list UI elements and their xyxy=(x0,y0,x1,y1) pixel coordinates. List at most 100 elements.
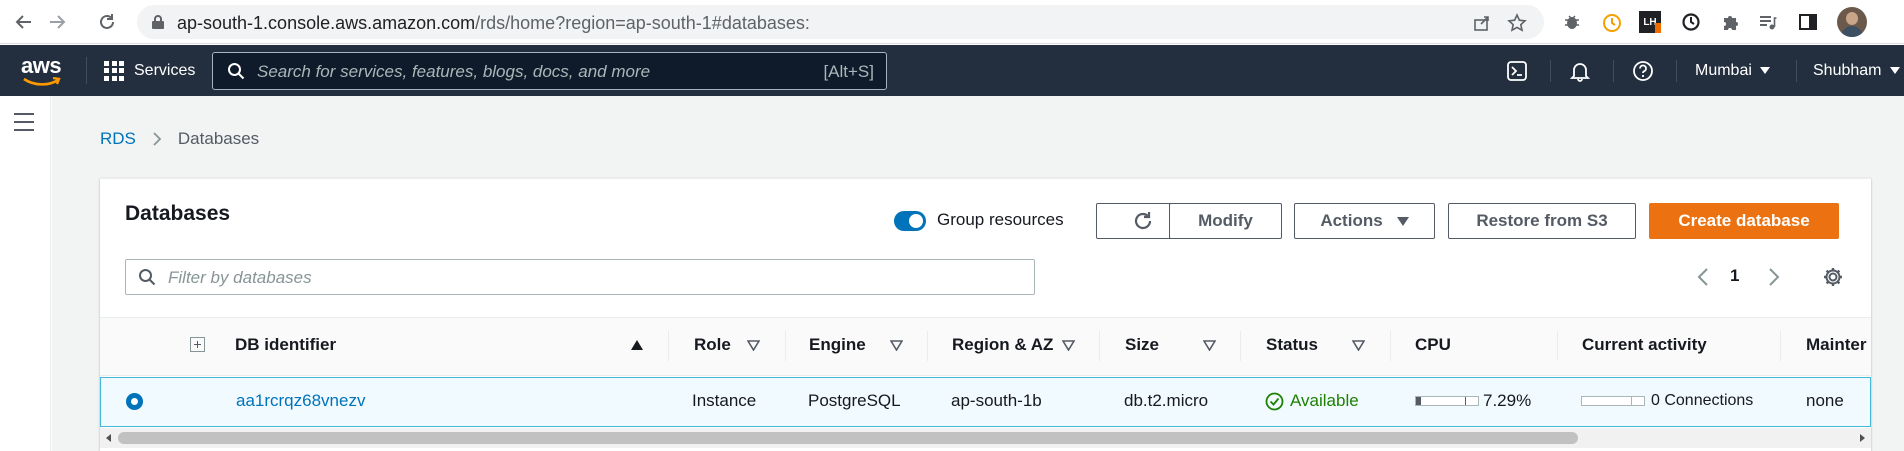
sort-icon[interactable] xyxy=(1352,340,1365,351)
hamburger-menu-icon[interactable] xyxy=(14,113,34,137)
caret-down-icon xyxy=(1396,216,1409,226)
sort-ascending-icon[interactable] xyxy=(631,340,643,350)
check-circle-icon xyxy=(1265,392,1284,410)
column-divider xyxy=(1240,331,1241,361)
column-header-maintenance[interactable]: Mainter xyxy=(1806,335,1866,355)
bookmark-star-icon[interactable] xyxy=(1507,13,1527,33)
account-menu[interactable]: Shubham xyxy=(1813,45,1900,96)
panel-title: Databases xyxy=(125,202,231,225)
column-header-engine[interactable]: Engine xyxy=(809,335,866,355)
sort-icon[interactable] xyxy=(747,340,760,351)
cpu-usage-fill xyxy=(1416,397,1421,405)
cpu-usage-bar xyxy=(1415,396,1479,406)
current-page-number[interactable]: 1 xyxy=(1730,266,1739,286)
role-cell: Instance xyxy=(692,391,757,410)
cloudshell-icon[interactable] xyxy=(1504,58,1530,84)
reload-icon[interactable] xyxy=(95,10,119,34)
next-page-icon[interactable] xyxy=(1764,265,1784,289)
modify-button[interactable]: Modify xyxy=(1169,203,1282,239)
header-divider xyxy=(1550,60,1551,82)
puzzle-extensions-icon[interactable] xyxy=(1718,10,1742,34)
size-cell: db.t2.micro xyxy=(1124,391,1209,410)
region-selector[interactable]: Mumbai xyxy=(1695,45,1770,96)
activity-bar xyxy=(1581,396,1645,406)
column-header-db-identifier[interactable]: DB identifier xyxy=(235,335,336,355)
column-header-size[interactable]: Size xyxy=(1125,335,1159,355)
column-header-cpu[interactable]: CPU xyxy=(1415,335,1451,355)
services-menu[interactable]: Services xyxy=(104,45,195,96)
region-cell: ap-south-1b xyxy=(951,391,1042,410)
scroll-left-icon[interactable] xyxy=(106,434,111,442)
status-label: Available xyxy=(1290,391,1359,410)
column-header-region-az[interactable]: Region & AZ xyxy=(952,335,1053,355)
maintenance-cell: none xyxy=(1806,391,1844,410)
db-identifier-link[interactable]: aa1rcrqz68vnezv xyxy=(236,391,365,411)
scrollbar-thumb[interactable] xyxy=(118,432,1578,444)
console-search-input[interactable]: Search for services, features, blogs, do… xyxy=(212,52,887,90)
activity-threshold-marker xyxy=(1631,397,1632,405)
actions-dropdown-button[interactable]: Actions xyxy=(1294,203,1435,239)
aws-smile-icon xyxy=(23,77,61,86)
sort-icon[interactable] xyxy=(1203,340,1216,351)
restore-from-s3-button[interactable]: Restore from S3 xyxy=(1448,203,1636,239)
column-divider xyxy=(1099,331,1100,361)
search-icon xyxy=(227,62,245,85)
sort-icon[interactable] xyxy=(1062,340,1075,351)
timer-extension-icon[interactable] xyxy=(1600,10,1624,34)
group-resources-label: Group resources xyxy=(937,210,1064,229)
side-navigation xyxy=(0,96,51,451)
bug-extension-icon[interactable] xyxy=(1560,10,1584,34)
help-icon[interactable] xyxy=(1630,58,1656,84)
browser-toolbar: ap-south-1.console.aws.amazon.com/rds/ho… xyxy=(0,0,1904,44)
column-header-status[interactable]: Status xyxy=(1266,335,1318,355)
search-shortcut: [Alt+S] xyxy=(823,62,874,81)
address-bar[interactable]: ap-south-1.console.aws.amazon.com/rds/ho… xyxy=(137,5,1544,39)
share-icon[interactable] xyxy=(1472,13,1492,33)
scroll-right-icon[interactable] xyxy=(1860,434,1865,442)
preferences-gear-icon[interactable] xyxy=(1821,265,1845,289)
column-divider xyxy=(668,331,669,361)
column-divider xyxy=(1390,331,1391,361)
column-header-role[interactable]: Role xyxy=(694,335,731,355)
header-divider xyxy=(86,57,87,84)
profile-avatar[interactable] xyxy=(1837,7,1867,37)
clock-extension-icon[interactable] xyxy=(1679,10,1703,34)
header-divider xyxy=(1613,60,1614,82)
column-divider xyxy=(1780,331,1781,361)
aws-top-nav: aws Services Search for services, featur… xyxy=(0,45,1904,96)
column-divider xyxy=(1557,331,1558,361)
side-panel-icon[interactable] xyxy=(1796,10,1820,34)
sort-icon[interactable] xyxy=(890,340,903,351)
group-resources-toggle[interactable] xyxy=(894,211,926,231)
back-icon[interactable] xyxy=(12,10,36,34)
breadcrumb-rds-link[interactable]: RDS xyxy=(100,129,136,149)
account-label: Shubham xyxy=(1813,61,1882,79)
expand-all-icon[interactable] xyxy=(190,337,205,352)
create-database-button[interactable]: Create database xyxy=(1649,203,1839,239)
search-placeholder: Search for services, features, blogs, do… xyxy=(257,62,651,81)
caret-down-icon xyxy=(1889,67,1900,74)
row-select-radio[interactable] xyxy=(126,393,143,410)
aws-logo[interactable]: aws xyxy=(20,53,64,87)
cpu-value: 7.29% xyxy=(1483,391,1532,410)
forward-icon[interactable] xyxy=(45,10,69,34)
chevron-right-icon xyxy=(153,132,162,146)
media-queue-icon[interactable] xyxy=(1756,10,1780,34)
filter-databases-input[interactable]: Filter by databases xyxy=(125,259,1035,295)
column-header-current-activity[interactable]: Current activity xyxy=(1582,335,1707,355)
lock-icon[interactable] xyxy=(151,14,165,35)
cpu-threshold-marker xyxy=(1465,397,1466,405)
region-label: Mumbai xyxy=(1695,61,1752,79)
url-text: ap-south-1.console.aws.amazon.com/rds/ho… xyxy=(177,13,810,33)
caret-down-icon xyxy=(1759,67,1770,74)
previous-page-icon[interactable] xyxy=(1693,265,1713,289)
activity-value: 0 Connections xyxy=(1651,392,1754,409)
notifications-bell-icon[interactable] xyxy=(1567,58,1593,84)
header-divider xyxy=(1796,60,1797,82)
filter-placeholder: Filter by databases xyxy=(168,268,312,287)
lh-extension-icon[interactable]: LH xyxy=(1638,10,1662,34)
horizontal-scrollbar[interactable] xyxy=(100,428,1871,448)
services-grid-icon xyxy=(104,60,124,81)
breadcrumb: RDS Databases xyxy=(100,129,259,149)
search-icon xyxy=(138,268,156,291)
